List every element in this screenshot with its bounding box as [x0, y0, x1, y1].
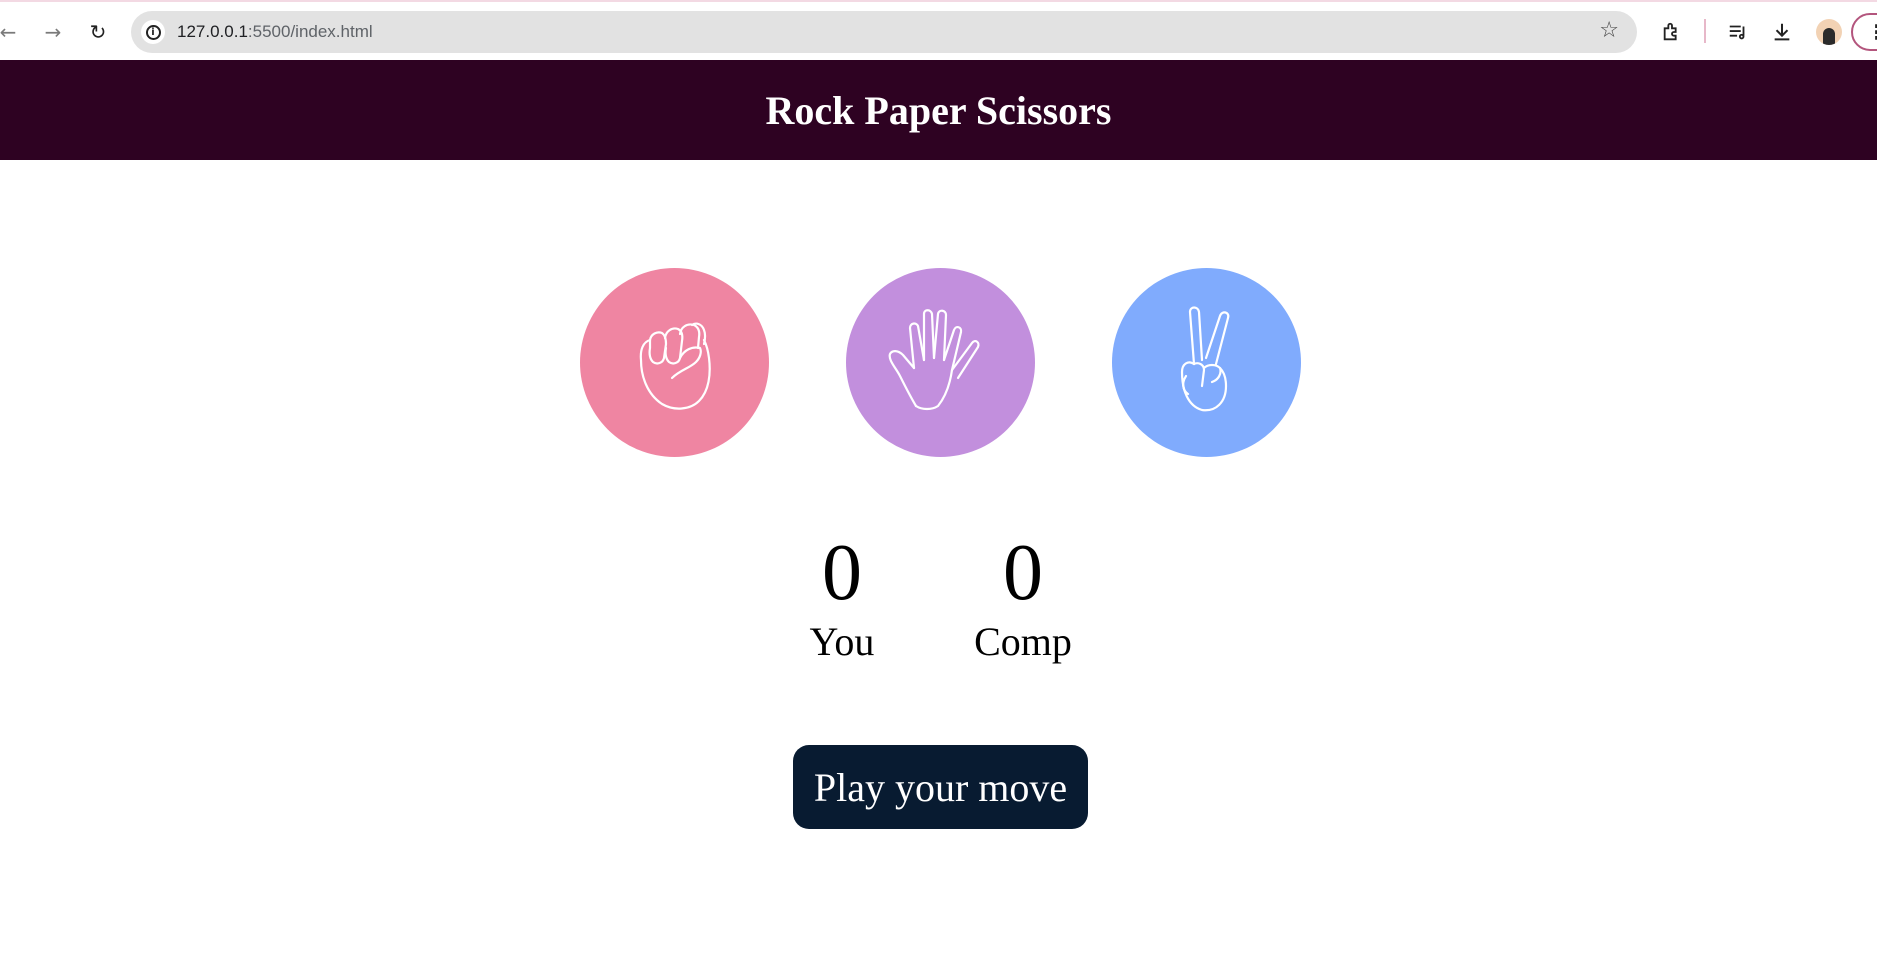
message-box: Play your move	[793, 745, 1088, 829]
reload-icon[interactable]: ↻	[82, 16, 114, 48]
address-bar[interactable]: i 127.0.0.1:5500/index.html ☆	[131, 11, 1637, 53]
comp-score-panel: 0 Comp	[943, 528, 1103, 666]
url-text[interactable]: 127.0.0.1:5500/index.html	[177, 22, 373, 42]
user-score-label: You	[809, 619, 875, 664]
forward-arrow-icon[interactable]: →	[37, 16, 69, 48]
puzzle-icon[interactable]	[1656, 16, 1688, 48]
comp-score: 0	[1003, 529, 1043, 617]
peace-hand-icon	[1180, 305, 1229, 411]
comp-score-label: Comp	[974, 619, 1072, 664]
paper-choice[interactable]	[846, 268, 1035, 457]
rock-choice[interactable]	[580, 268, 769, 457]
back-arrow-icon[interactable]: ←	[0, 16, 24, 48]
user-score: 0	[822, 529, 862, 617]
scissors-choice[interactable]	[1112, 268, 1301, 457]
media-queue-icon[interactable]	[1722, 16, 1754, 48]
url-path: :5500/index.html	[247, 22, 373, 41]
page-header: Rock Paper Scissors	[0, 60, 1877, 160]
choices-row	[0, 268, 1877, 458]
user-score-panel: 0 You	[762, 528, 922, 666]
toolbar-divider	[1704, 19, 1706, 43]
avatar[interactable]	[1816, 19, 1842, 45]
open-hand-icon	[888, 308, 980, 410]
fist-icon	[639, 322, 711, 410]
kebab-menu-icon[interactable]: ⋮	[1851, 13, 1877, 51]
download-icon[interactable]	[1766, 16, 1798, 48]
browser-toolbar: ← → ↻ i 127.0.0.1:5500/index.html ☆ ⋮	[0, 0, 1877, 60]
info-icon[interactable]: i	[141, 20, 165, 44]
page-title: Rock Paper Scissors	[765, 87, 1112, 133]
star-icon[interactable]: ☆	[1599, 18, 1619, 43]
url-host: 127.0.0.1	[177, 22, 248, 41]
